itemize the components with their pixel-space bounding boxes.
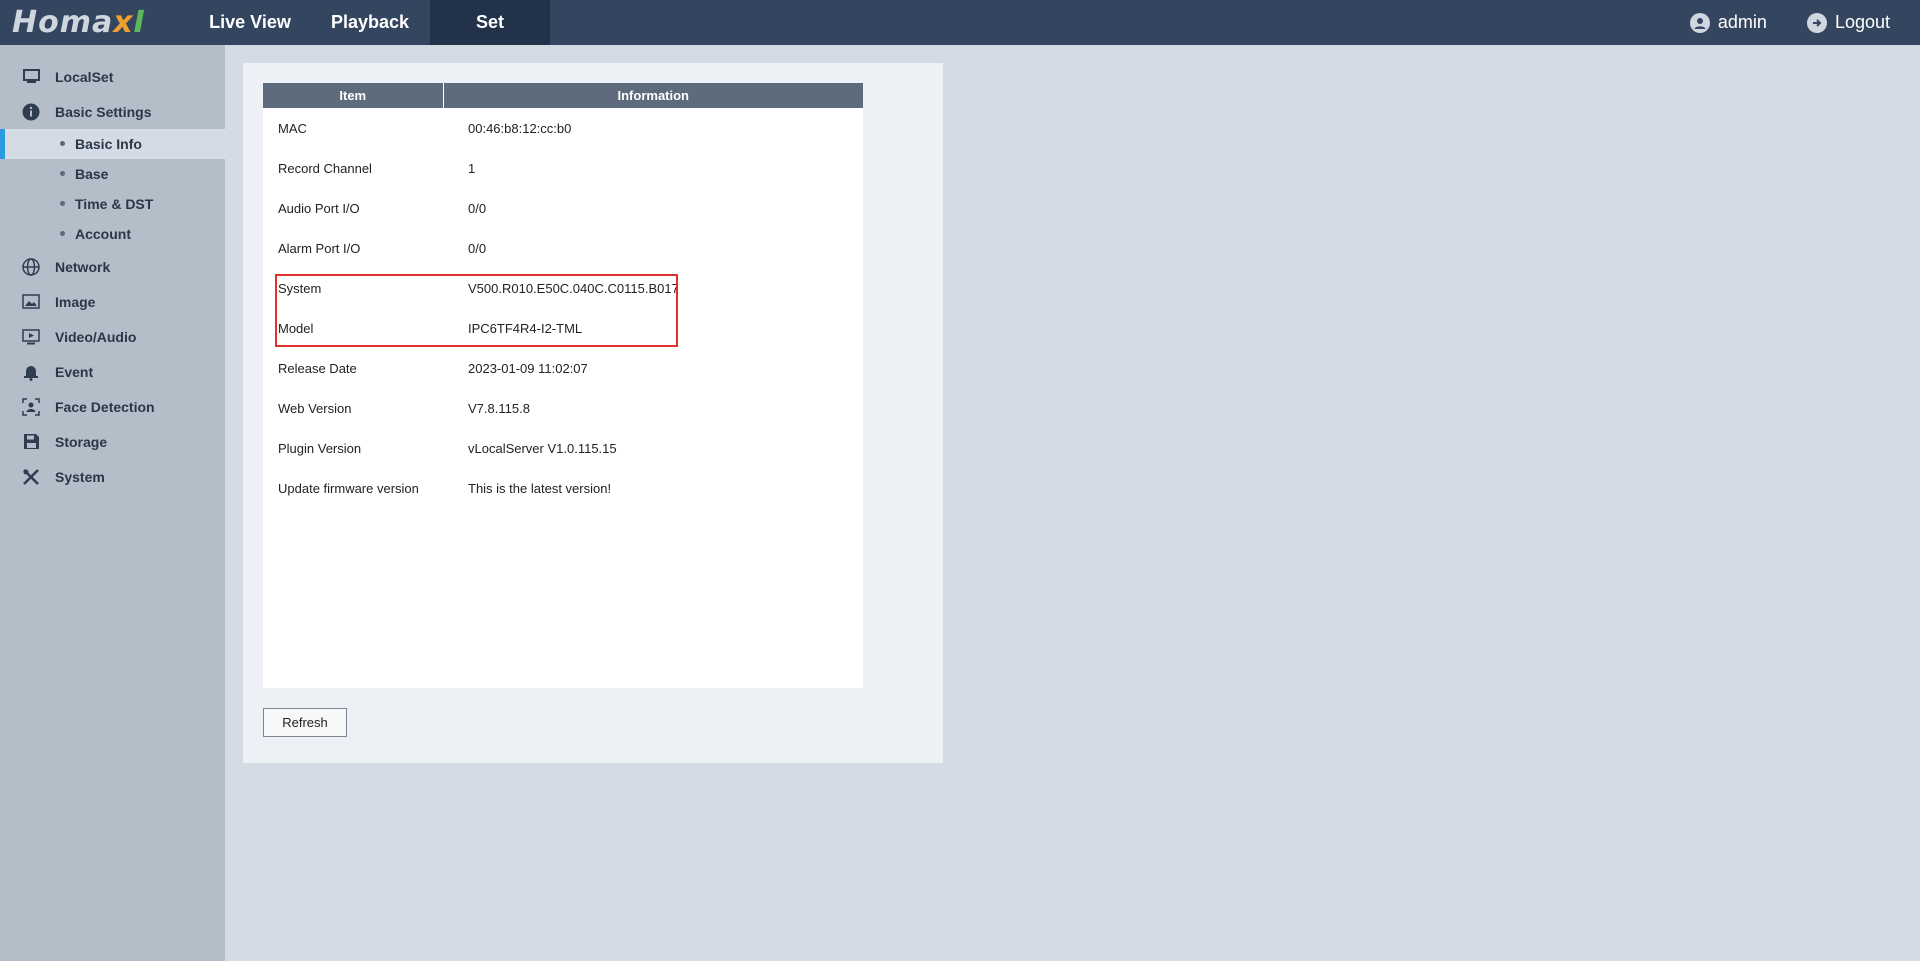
row-item-value: 2023-01-09 11:02:07 — [468, 360, 588, 376]
row-item-label: Update firmware version — [278, 480, 419, 496]
bullet-icon — [60, 231, 65, 236]
logout-button[interactable]: Logout — [1806, 12, 1890, 33]
sidebar-item-label: Network — [55, 258, 111, 275]
sidebar-item-label: System — [55, 468, 105, 485]
main-nav: Live View Playback Set — [190, 0, 550, 45]
sidebar-item-label: Event — [55, 363, 94, 380]
sidebar-item-network[interactable]: Network — [0, 249, 225, 284]
sidebar-item-localset[interactable]: LocalSet — [0, 59, 225, 94]
row-item-label: Web Version — [278, 400, 352, 416]
table-header-row: Item Information — [263, 83, 863, 108]
row-item-label: System — [278, 280, 322, 296]
video-icon — [22, 328, 40, 346]
sidebar-item-label: LocalSet — [55, 68, 114, 85]
row-item-value: IPC6TF4R4-I2-TML — [468, 320, 583, 336]
sidebar-item-storage[interactable]: Storage — [0, 424, 225, 459]
column-header-item: Item — [263, 83, 444, 108]
bullet-icon — [60, 171, 65, 176]
row-item-label: MAC — [278, 120, 307, 136]
brand-logo: HomaxI — [12, 5, 146, 40]
row-item-value: 0/0 — [468, 240, 487, 256]
sidebar-item-label: Basic Settings — [55, 103, 152, 120]
table-row: Update firmware version This is the lates… — [263, 468, 863, 508]
sidebar-item-label: Face Detection — [55, 398, 155, 415]
top-bar: HomaxI Live View Playback Set admin Logo… — [0, 0, 1920, 45]
logout-label: Logout — [1834, 12, 1890, 32]
face-scan-icon — [22, 397, 40, 416]
row-item-value: V7.8.115.8 — [468, 400, 530, 416]
tools-icon — [22, 468, 40, 486]
sidebar-item-system[interactable]: System — [0, 459, 225, 494]
sidebar-item-label: Storage — [55, 433, 108, 450]
tab-live-view[interactable]: Live View — [190, 0, 310, 45]
sidebar-item-face-detection[interactable]: Face Detection — [0, 389, 225, 424]
table-row: Plugin Version vLocalServer V1.0.115.15 — [263, 428, 863, 468]
table-row: MAC 00:46:b8:12:cc:b0 — [263, 108, 863, 148]
row-item-value: 0/0 — [468, 200, 487, 216]
row-item-label: Record Channel — [278, 160, 372, 176]
bullet-icon — [60, 141, 65, 146]
row-item-value: This is the latest version! — [468, 480, 612, 496]
row-item-value: 1 — [468, 160, 476, 176]
sidebar-item-image[interactable]: Image — [0, 284, 225, 319]
sidebar: LocalSet Basic Settings Basic Info Base … — [0, 45, 225, 961]
sidebar-subitem-label: Base — [75, 166, 109, 182]
username-label: admin — [1717, 12, 1767, 32]
sidebar-subitem-label: Basic Info — [75, 136, 142, 152]
table-row: Audio Port I/O 0/0 — [263, 188, 863, 228]
row-item-label: Model — [278, 320, 314, 336]
sidebar-subitem-account[interactable]: Account — [0, 219, 225, 249]
row-item-value: 00:46:b8:12:cc:b0 — [468, 120, 572, 136]
user-menu[interactable]: admin — [1689, 12, 1767, 33]
sidebar-subitem-label: Time & DST — [75, 196, 154, 212]
basic-info-panel: Item Information MAC 00:46:b8:12:cc:b0 Re… — [243, 63, 943, 763]
bell-icon — [22, 363, 40, 381]
info-icon — [22, 103, 40, 121]
tab-set[interactable]: Set — [430, 0, 550, 45]
row-item-label: Alarm Port I/O — [278, 240, 361, 256]
tab-playback[interactable]: Playback — [310, 0, 430, 45]
table-row: Record Channel 1 — [263, 148, 863, 188]
row-item-label: Audio Port I/O — [278, 200, 360, 216]
monitor-icon — [22, 68, 40, 86]
table-row: Release Date 2023-01-09 11:02:07 — [263, 348, 863, 388]
globe-icon — [22, 257, 40, 276]
refresh-button[interactable]: Refresh — [263, 708, 347, 737]
sidebar-item-event[interactable]: Event — [0, 354, 225, 389]
user-icon — [1689, 12, 1710, 33]
table-row: Alarm Port I/O 0/0 — [263, 228, 863, 268]
row-item-label: Release Date — [278, 360, 357, 376]
column-header-information: Information — [443, 83, 863, 108]
sidebar-item-label: Video/Audio — [55, 328, 137, 345]
bullet-icon — [60, 201, 65, 206]
row-item-value: vLocalServer V1.0.115.15 — [468, 440, 617, 456]
logout-icon — [1806, 12, 1827, 33]
sidebar-subitem-time-dst[interactable]: Time & DST — [0, 189, 225, 219]
table-row: Model IPC6TF4R4-I2-TML — [263, 308, 863, 348]
sidebar-subitem-label: Account — [75, 226, 131, 242]
row-item-label: Plugin Version — [278, 440, 362, 456]
table-row: System V500.R010.E50C.040C.C0115.B017 — [263, 268, 863, 308]
image-icon — [22, 293, 40, 311]
sidebar-item-label: Image — [55, 293, 96, 310]
save-icon — [22, 433, 40, 451]
sidebar-item-video-audio[interactable]: Video/Audio — [0, 319, 225, 354]
sidebar-item-basic-settings[interactable]: Basic Settings — [0, 94, 225, 129]
sidebar-subitem-base[interactable]: Base — [0, 159, 225, 189]
info-table: Item Information MAC 00:46:b8:12:cc:b0 Re… — [263, 83, 863, 688]
row-item-value: V500.R010.E50C.040C.C0115.B017 — [468, 280, 679, 296]
sidebar-subitem-basic-info[interactable]: Basic Info — [0, 129, 225, 159]
table-row: Web Version V7.8.115.8 — [263, 388, 863, 428]
